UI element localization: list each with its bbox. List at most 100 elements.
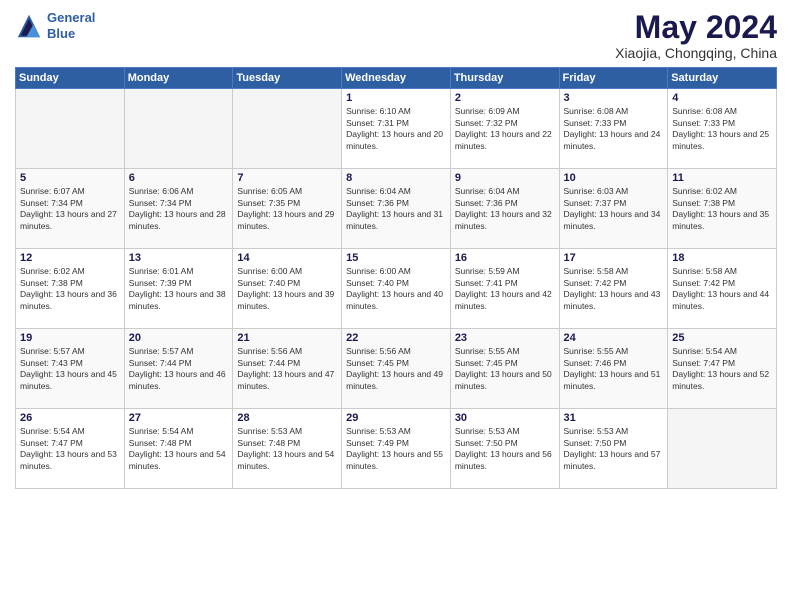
day-info: Sunrise: 6:07 AMSunset: 7:34 PMDaylight:… [20,186,120,232]
weekday-header-saturday: Saturday [668,68,777,89]
calendar-cell: 22 Sunrise: 5:56 AMSunset: 7:45 PMDayligh… [342,329,451,409]
day-number: 17 [564,252,664,264]
day-number: 23 [455,332,555,344]
calendar-cell: 21 Sunrise: 5:56 AMSunset: 7:44 PMDayligh… [233,329,342,409]
day-info: Sunrise: 6:04 AMSunset: 7:36 PMDaylight:… [455,186,555,232]
day-number: 20 [129,332,229,344]
calendar-cell: 16 Sunrise: 5:59 AMSunset: 7:41 PMDayligh… [450,249,559,329]
day-number: 30 [455,412,555,424]
day-info: Sunrise: 5:53 AMSunset: 7:50 PMDaylight:… [455,426,555,472]
calendar-cell: 25Sunrise: 5:54 AMSunset: 7:47 PMDayligh… [668,329,777,409]
day-info: Sunrise: 5:58 AMSunset: 7:42 PMDaylight:… [672,266,772,312]
day-number: 14 [237,252,337,264]
calendar-cell: 11 Sunrise: 6:02 AMSunset: 7:38 PMDayligh… [668,169,777,249]
day-info: Sunrise: 5:59 AMSunset: 7:41 PMDaylight:… [455,266,555,312]
calendar-cell: 14 Sunrise: 6:00 AMSunset: 7:40 PMDayligh… [233,249,342,329]
day-info: Sunrise: 6:02 AMSunset: 7:38 PMDaylight:… [20,266,120,312]
day-info: Sunrise: 6:08 AMSunset: 7:33 PMDaylight:… [564,106,664,152]
day-info: Sunrise: 5:53 AMSunset: 7:50 PMDaylight:… [564,426,664,472]
day-number: 13 [129,252,229,264]
day-number: 1 [346,92,446,104]
calendar-cell: 26 Sunrise: 5:54 AMSunset: 7:47 PMDayligh… [16,409,125,489]
day-info: Sunrise: 6:10 AMSunset: 7:31 PMDaylight:… [346,106,446,152]
calendar-cell: 1 Sunrise: 6:10 AMSunset: 7:31 PMDaylight… [342,89,451,169]
day-number: 15 [346,252,446,264]
day-info: Sunrise: 5:55 AMSunset: 7:46 PMDaylight:… [564,346,664,392]
logo-text: General Blue [47,10,95,41]
day-info: Sunrise: 5:58 AMSunset: 7:42 PMDaylight:… [564,266,664,312]
calendar-week-2: 5Sunrise: 6:07 AMSunset: 7:34 PMDaylight… [16,169,777,249]
day-info: Sunrise: 5:56 AMSunset: 7:45 PMDaylight:… [346,346,446,392]
day-number: 6 [129,172,229,184]
day-info: Sunrise: 6:09 AMSunset: 7:32 PMDaylight:… [455,106,555,152]
calendar-week-3: 12 Sunrise: 6:02 AMSunset: 7:38 PMDayligh… [16,249,777,329]
day-info: Sunrise: 5:57 AMSunset: 7:44 PMDaylight:… [129,346,229,392]
day-number: 28 [237,412,337,424]
day-number: 22 [346,332,446,344]
calendar-cell [668,409,777,489]
day-number: 26 [20,412,120,424]
weekday-header-friday: Friday [559,68,668,89]
calendar-cell: 24 Sunrise: 5:55 AMSunset: 7:46 PMDayligh… [559,329,668,409]
calendar-cell: 27 Sunrise: 5:54 AMSunset: 7:48 PMDayligh… [124,409,233,489]
day-number: 2 [455,92,555,104]
day-info: Sunrise: 5:55 AMSunset: 7:45 PMDaylight:… [455,346,555,392]
calendar-cell: 5Sunrise: 6:07 AMSunset: 7:34 PMDaylight… [16,169,125,249]
calendar-cell [124,89,233,169]
calendar-cell: 4 Sunrise: 6:08 AMSunset: 7:33 PMDaylight… [668,89,777,169]
calendar-cell: 15 Sunrise: 6:00 AMSunset: 7:40 PMDayligh… [342,249,451,329]
calendar-cell: 9 Sunrise: 6:04 AMSunset: 7:36 PMDaylight… [450,169,559,249]
day-number: 19 [20,332,120,344]
calendar-cell: 30 Sunrise: 5:53 AMSunset: 7:50 PMDayligh… [450,409,559,489]
calendar-week-4: 19 Sunrise: 5:57 AMSunset: 7:43 PMDayligh… [16,329,777,409]
calendar-cell: 29Sunrise: 5:53 AMSunset: 7:49 PMDayligh… [342,409,451,489]
day-number: 3 [564,92,664,104]
day-info: Sunrise: 5:57 AMSunset: 7:43 PMDaylight:… [20,346,120,392]
calendar-cell: 31Sunrise: 5:53 AMSunset: 7:50 PMDayligh… [559,409,668,489]
day-number: 11 [672,172,772,184]
weekday-header-wednesday: Wednesday [342,68,451,89]
day-info: Sunrise: 6:00 AMSunset: 7:40 PMDaylight:… [237,266,337,312]
day-number: 8 [346,172,446,184]
logo: General Blue [15,10,95,41]
day-info: Sunrise: 5:54 AMSunset: 7:47 PMDaylight:… [672,346,772,392]
day-info: Sunrise: 5:56 AMSunset: 7:44 PMDaylight:… [237,346,337,392]
day-number: 10 [564,172,664,184]
day-number: 7 [237,172,337,184]
weekday-header-tuesday: Tuesday [233,68,342,89]
calendar-cell: 18 Sunrise: 5:58 AMSunset: 7:42 PMDayligh… [668,249,777,329]
logo-icon [15,12,43,40]
day-number: 4 [672,92,772,104]
day-info: Sunrise: 6:00 AMSunset: 7:40 PMDaylight:… [346,266,446,312]
day-number: 18 [672,252,772,264]
calendar-cell: 23 Sunrise: 5:55 AMSunset: 7:45 PMDayligh… [450,329,559,409]
header: General Blue May 2024 Xiaojia, Chongqing… [15,10,777,61]
day-info: Sunrise: 5:53 AMSunset: 7:49 PMDaylight:… [346,426,446,472]
title-block: May 2024 Xiaojia, Chongqing, China [615,10,777,61]
calendar-cell [233,89,342,169]
weekday-header-sunday: Sunday [16,68,125,89]
calendar-cell: 12 Sunrise: 6:02 AMSunset: 7:38 PMDayligh… [16,249,125,329]
calendar-cell: 3 Sunrise: 6:08 AMSunset: 7:33 PMDaylight… [559,89,668,169]
day-number: 27 [129,412,229,424]
day-number: 12 [20,252,120,264]
calendar-cell: 2 Sunrise: 6:09 AMSunset: 7:32 PMDaylight… [450,89,559,169]
calendar-cell [16,89,125,169]
day-info: Sunrise: 6:02 AMSunset: 7:38 PMDaylight:… [672,186,772,232]
calendar-cell: 8 Sunrise: 6:04 AMSunset: 7:36 PMDaylight… [342,169,451,249]
day-info: Sunrise: 5:54 AMSunset: 7:48 PMDaylight:… [129,426,229,472]
day-number: 24 [564,332,664,344]
calendar-cell: 6Sunrise: 6:06 AMSunset: 7:34 PMDaylight… [124,169,233,249]
day-info: Sunrise: 5:54 AMSunset: 7:47 PMDaylight:… [20,426,120,472]
day-info: Sunrise: 6:04 AMSunset: 7:36 PMDaylight:… [346,186,446,232]
calendar-cell: 17 Sunrise: 5:58 AMSunset: 7:42 PMDayligh… [559,249,668,329]
weekday-header-thursday: Thursday [450,68,559,89]
day-number: 9 [455,172,555,184]
weekday-header-monday: Monday [124,68,233,89]
day-number: 21 [237,332,337,344]
calendar-cell: 7Sunrise: 6:05 AMSunset: 7:35 PMDaylight… [233,169,342,249]
calendar-week-1: 1 Sunrise: 6:10 AMSunset: 7:31 PMDaylight… [16,89,777,169]
day-info: Sunrise: 6:08 AMSunset: 7:33 PMDaylight:… [672,106,772,152]
calendar-cell: 20 Sunrise: 5:57 AMSunset: 7:44 PMDayligh… [124,329,233,409]
day-number: 16 [455,252,555,264]
